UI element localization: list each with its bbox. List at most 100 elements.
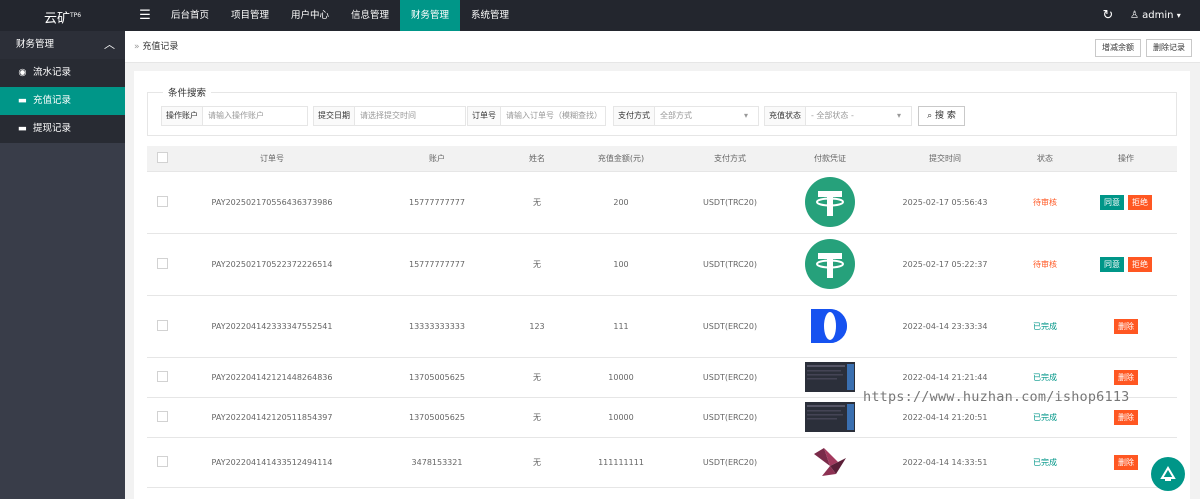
delete-button[interactable]: 删除 bbox=[1114, 409, 1138, 425]
amount-cell: 10000 bbox=[567, 357, 675, 398]
row-checkbox[interactable] bbox=[156, 410, 168, 422]
name-cell: 无 bbox=[507, 437, 567, 488]
screenshot-thumb[interactable] bbox=[805, 402, 855, 432]
date-label: 提交日期 bbox=[314, 107, 355, 125]
blue-logo[interactable] bbox=[805, 306, 855, 346]
pay-method-label: 支付方式 bbox=[614, 107, 655, 125]
status-label: 充值状态 bbox=[765, 107, 806, 125]
tether-logo[interactable] bbox=[804, 238, 856, 290]
table-row: PAY20250217055643637398​6 15777777777 无 … bbox=[147, 171, 1177, 234]
user-name: admin bbox=[1142, 10, 1174, 21]
voucher-cell bbox=[785, 171, 875, 234]
account-label: 操作账户 bbox=[162, 107, 203, 125]
date-input[interactable]: 请选择提交时间 bbox=[355, 107, 465, 125]
name-cell: 无 bbox=[507, 357, 567, 398]
name-cell: 无 bbox=[507, 397, 567, 438]
nav-home[interactable]: 后台首页 bbox=[160, 0, 220, 31]
chevron-down-icon: ▾ bbox=[1176, 11, 1181, 20]
order-cell: PAY20220414233334755254​1 bbox=[177, 295, 367, 358]
tether-logo[interactable] bbox=[804, 176, 856, 228]
method-cell: USDT(TRC20) bbox=[675, 233, 785, 296]
status-select[interactable]: 充值状态 - 全部状态 - ▾ bbox=[764, 106, 912, 126]
order-cell: PAY20220414212144826483​6 bbox=[177, 357, 367, 398]
row-checkbox[interactable] bbox=[156, 455, 168, 467]
method-cell: USDT(ERC20) bbox=[675, 397, 785, 438]
header-checkbox-cell bbox=[147, 146, 177, 172]
select-all-checkbox[interactable] bbox=[156, 151, 168, 163]
reject-button[interactable]: 拒绝 bbox=[1128, 256, 1152, 272]
sidebar: 财务管理 ︿ ◉ 流水记录 ▬ 充值记录 ▬ 提现记录 bbox=[0, 31, 125, 499]
amount-cell: 100 bbox=[567, 233, 675, 296]
user-menu[interactable]: ♙ admin ▾ bbox=[1130, 0, 1200, 31]
order-cell: PAY20250217055643637398​6 bbox=[177, 171, 367, 234]
sidebar-section-finance[interactable]: 财务管理 ︿ bbox=[0, 31, 125, 59]
pay-method-select[interactable]: 支付方式 全部方式 ▾ bbox=[613, 106, 759, 126]
col-time: 提交时间 bbox=[875, 146, 1015, 172]
col-name: 姓名 bbox=[507, 146, 567, 172]
logo-sup: TP6 bbox=[69, 12, 82, 19]
top-bar: 云矿TP6 ☰ 后台首页 项目管理 用户中心 信息管理 财务管理 系统管理 ↻ … bbox=[0, 0, 1200, 31]
amount-cell: 200 bbox=[567, 171, 675, 234]
pay-method-value: 全部方式 bbox=[660, 111, 692, 120]
logo-text: 云矿 bbox=[43, 11, 70, 27]
voucher-cell bbox=[785, 295, 875, 358]
delete-records-button[interactable]: 删除记录 bbox=[1146, 39, 1192, 57]
row-checkbox-cell bbox=[147, 397, 177, 438]
nav-projects[interactable]: 项目管理 bbox=[220, 0, 280, 31]
voucher-cell bbox=[785, 397, 875, 438]
refresh-icon[interactable]: ↻ bbox=[1094, 0, 1122, 31]
chevron-up-icon: ︿ bbox=[104, 38, 115, 51]
sidebar-item-recharge[interactable]: ▬ 充值记录 bbox=[0, 87, 125, 115]
bird-logo[interactable] bbox=[810, 444, 850, 480]
status-cell: 待审核 bbox=[1015, 171, 1075, 234]
voucher-cell bbox=[785, 357, 875, 398]
row-checkbox-cell bbox=[147, 171, 177, 234]
name-cell: 无 bbox=[507, 233, 567, 296]
watermark: https://www.huzhan.com/ishop6113 bbox=[863, 389, 1130, 405]
nav-info[interactable]: 信息管理 bbox=[340, 0, 400, 31]
col-amount: 充值金额(元) bbox=[567, 146, 675, 172]
delete-button[interactable]: 删除 bbox=[1114, 318, 1138, 334]
table-row: PAY20220414233334755254​1 13333333333 12… bbox=[147, 295, 1177, 358]
hamburger-icon[interactable]: ☰ bbox=[133, 0, 157, 31]
amount-cell: 111 bbox=[567, 295, 675, 358]
radio-icon: ◉ bbox=[18, 67, 27, 78]
approve-button[interactable]: 同意 bbox=[1100, 194, 1124, 210]
delete-button[interactable]: 删除 bbox=[1114, 454, 1138, 470]
nav-users[interactable]: 用户中心 bbox=[280, 0, 340, 31]
delete-button[interactable]: 删除 bbox=[1114, 369, 1138, 385]
row-checkbox[interactable] bbox=[156, 257, 168, 269]
row-checkbox[interactable] bbox=[156, 195, 168, 207]
name-cell: 123 bbox=[507, 295, 567, 358]
col-method: 支付方式 bbox=[675, 146, 785, 172]
sidebar-item-withdraw[interactable]: ▬ 提现记录 bbox=[0, 115, 125, 143]
approve-button[interactable]: 同意 bbox=[1100, 256, 1124, 272]
sidebar-item-flow[interactable]: ◉ 流水记录 bbox=[0, 59, 125, 87]
actions-cell: 删除 bbox=[1075, 295, 1177, 358]
row-checkbox-cell bbox=[147, 357, 177, 398]
main-panel: 条件搜索 操作账户 请输入操作账户 提交日期 请选择提交时间 订单号 请输入订单… bbox=[134, 71, 1190, 499]
account-cell: 3478153321 bbox=[367, 437, 507, 488]
amount-cell: 111111111 bbox=[567, 437, 675, 488]
row-checkbox[interactable] bbox=[156, 319, 168, 331]
adjust-balance-button[interactable]: 增减余额 bbox=[1095, 39, 1141, 57]
actions-cell: 同意 拒绝 bbox=[1075, 233, 1177, 296]
sidebar-item-label: 提现记录 bbox=[33, 123, 72, 134]
row-checkbox-cell bbox=[147, 295, 177, 358]
row-checkbox[interactable] bbox=[156, 370, 168, 382]
search-button[interactable]: ⌕ 搜 索 bbox=[918, 106, 965, 126]
chat-icon[interactable] bbox=[1151, 457, 1185, 491]
nav-system[interactable]: 系统管理 bbox=[460, 0, 520, 31]
screenshot-thumb[interactable] bbox=[805, 362, 855, 392]
status-cell: 已完成 bbox=[1015, 437, 1075, 488]
nav-finance[interactable]: 财务管理 bbox=[400, 0, 460, 31]
order-input[interactable]: 请输入订单号（模糊查找） bbox=[501, 107, 605, 125]
table-row: PAY20220414143351249411​4 3478153321 无 1… bbox=[147, 437, 1177, 488]
method-cell: USDT(TRC20) bbox=[675, 171, 785, 234]
account-cell: 15777777777 bbox=[367, 233, 507, 296]
logo: 云矿TP6 bbox=[0, 0, 125, 31]
card-icon: ▬ bbox=[18, 123, 27, 134]
method-cell: USDT(ERC20) bbox=[675, 295, 785, 358]
reject-button[interactable]: 拒绝 bbox=[1128, 194, 1152, 210]
account-input[interactable]: 请输入操作账户 bbox=[203, 107, 307, 125]
